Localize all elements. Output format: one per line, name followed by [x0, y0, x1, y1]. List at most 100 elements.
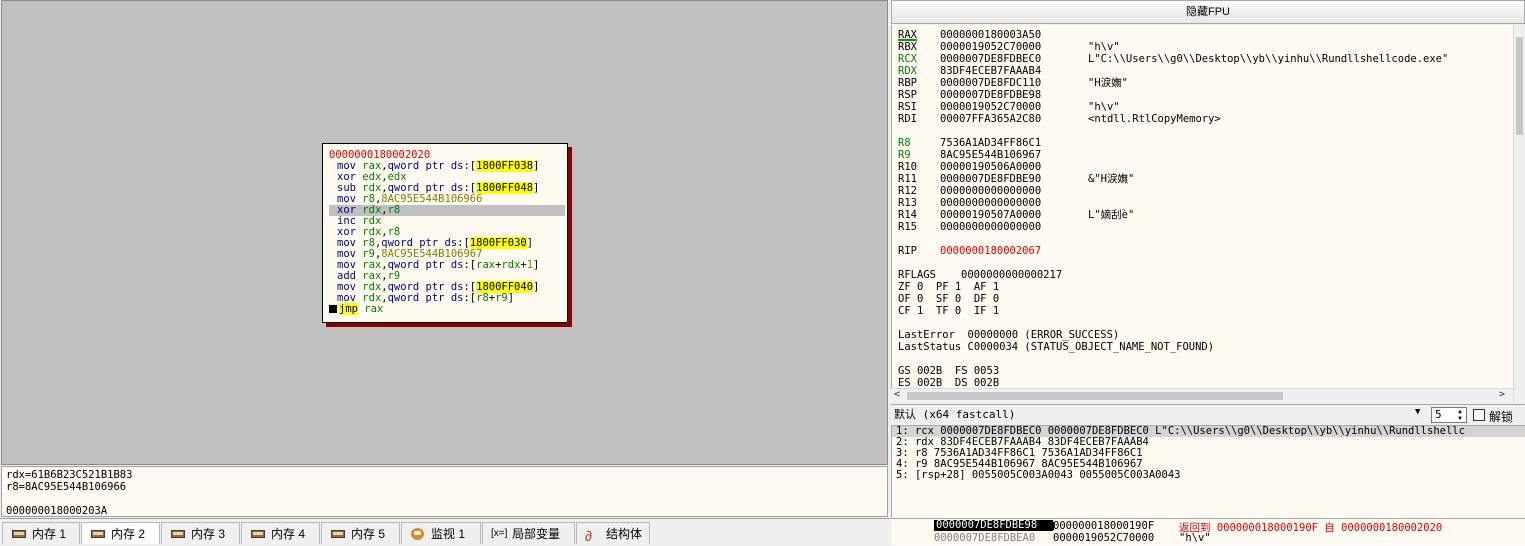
- registers-pane[interactable]: RAX 0000000180003A50 RBX 0000019052C70000 "h…: [891, 25, 1525, 403]
- register-row[interactable]: OF 0 SF 0 DF 0: [898, 293, 999, 305]
- info-pane: rdx=61B6B23C521B1B83 r8=8AC95E544B106966…: [1, 466, 888, 517]
- register-value[interactable]: 0000000000000217: [961, 269, 1109, 281]
- registers-horizontal-scrollbar[interactable]: < >: [891, 388, 1513, 403]
- register-row[interactable]: R10 00000190506A0000: [898, 161, 1088, 173]
- register-row[interactable]: RCX 0000007DE8FDBEC0 L"C:\\Users\\g0\\Desk…: [898, 53, 1448, 65]
- register-row[interactable]: CF 1 TF 0 IF 1: [898, 305, 999, 317]
- register-value[interactable]: 0000000000000000: [940, 197, 1088, 209]
- register-value[interactable]: 0000000000000000: [940, 221, 1088, 233]
- register-row[interactable]: [898, 317, 1088, 329]
- register-value[interactable]: 0000000180002067: [940, 245, 1088, 257]
- chevron-down-icon[interactable]: ▼: [1415, 407, 1420, 417]
- tab-watch-1[interactable]: 监视 1: [401, 522, 481, 544]
- scroll-left-icon[interactable]: <: [894, 389, 900, 401]
- register-value[interactable]: 0000000180003A50: [940, 29, 1088, 41]
- tab-memory-3[interactable]: 内存 3: [161, 522, 240, 544]
- register-value[interactable]: 00000190507A0000: [940, 209, 1088, 221]
- tab-memory-1[interactable]: 内存 1: [2, 522, 80, 544]
- register-value[interactable]: 0000007DE8FDBE98: [940, 89, 1088, 101]
- register-row[interactable]: [898, 353, 1088, 365]
- instruction-token: :[: [463, 160, 477, 172]
- tab-label: 监视 1: [431, 527, 466, 541]
- graph-view[interactable]: 0000000180002020 mov rax,qword ptr ds:[1…: [1, 0, 888, 465]
- register-comment: "h\v": [1088, 101, 1120, 113]
- unlock-checkbox[interactable]: [1473, 409, 1485, 421]
- register-value[interactable]: 7536A1AD34FF86C1: [940, 137, 1088, 149]
- register-value[interactable]: 8AC95E544B106967: [940, 149, 1088, 161]
- register-value[interactable]: 0000007DE8FDBE90: [940, 173, 1088, 185]
- locals-icon: [x=]: [491, 527, 508, 539]
- register-row[interactable]: RBX 0000019052C70000 "h\v": [898, 41, 1120, 53]
- register-row[interactable]: R13 0000000000000000: [898, 197, 1088, 209]
- register-row[interactable]: LastStatus C0000034 (STATUS_OBJECT_NAME_…: [898, 341, 1214, 353]
- registers-vertical-scrollbar[interactable]: [1513, 25, 1525, 403]
- register-row[interactable]: R12 0000000000000000: [898, 185, 1088, 197]
- register-value[interactable]: 0000000000000000: [940, 185, 1088, 197]
- register-row[interactable]: RFLAGS 0000000000000217: [898, 269, 1109, 281]
- instruction-token: ]: [533, 182, 540, 194]
- stack-address[interactable]: 0000007DE8FDBE98: [934, 520, 1053, 531]
- register-row[interactable]: RSI 0000019052C70000 "h\v": [898, 101, 1120, 113]
- tab-label: 内存 1: [32, 527, 67, 541]
- register-row[interactable]: R11 0000007DE8FDBE90 &"H淚嫵": [898, 173, 1134, 185]
- tab-label: 局部变量: [512, 527, 561, 541]
- register-row[interactable]: ZF 0 PF 1 AF 1: [898, 281, 999, 293]
- register-value[interactable]: 0000019052C70000: [940, 101, 1088, 113]
- bottom-tab-bar: 内存 1 内存 2 内存 3 内存 4 内存 5 监视 1 [x=] 局部变量 ∂…: [0, 518, 890, 546]
- register-row[interactable]: GS 002B FS 0053: [898, 365, 999, 377]
- code-block[interactable]: 0000000180002020 mov rax,qword ptr ds:[1…: [322, 143, 568, 323]
- register-text: LastStatus C0000034 (STATUS_OBJECT_NAME_…: [898, 341, 1215, 353]
- register-row[interactable]: [898, 257, 1088, 269]
- instruction-list: mov rax,qword ptr ds:[1800FF038] xor edx,…: [329, 160, 567, 315]
- register-value[interactable]: 0000007DE8FDC110: [940, 77, 1088, 89]
- scroll-thumb[interactable]: [907, 392, 1283, 400]
- spin-arrows-icon[interactable]: ▲ ▼: [1455, 408, 1465, 422]
- stack-value[interactable]: 0000019052C70000: [1053, 532, 1154, 544]
- register-row[interactable]: R9 8AC95E544B106967: [898, 149, 1088, 161]
- register-row[interactable]: [898, 125, 1088, 137]
- hide-fpu-button[interactable]: 隐藏FPU: [891, 0, 1525, 24]
- register-row[interactable]: [898, 233, 1088, 245]
- register-value[interactable]: 00000190506A0000: [940, 161, 1088, 173]
- memory-icon: [250, 528, 266, 540]
- register-name: R8: [898, 137, 911, 149]
- register-row[interactable]: R8 7536A1AD34FF86C1: [898, 137, 1088, 149]
- stack-address[interactable]: 0000007DE8FDBEA0: [934, 532, 1035, 544]
- instruction-token: qword ptr: [387, 292, 451, 304]
- register-row[interactable]: RSP 0000007DE8FDBE98: [898, 89, 1088, 101]
- stack-comment: "h\v": [1179, 532, 1211, 544]
- register-row[interactable]: RAX 0000000180003A50: [898, 29, 1088, 41]
- register-row[interactable]: R15 0000000000000000: [898, 221, 1088, 233]
- scroll-right-icon[interactable]: >: [1499, 389, 1505, 401]
- stack-value[interactable]: 000000018000190F: [1053, 520, 1154, 532]
- register-comment: &"H淚嫵": [1088, 173, 1135, 185]
- tab-locals[interactable]: [x=] 局部变量: [482, 522, 575, 544]
- register-row[interactable]: RDI 00007FFA365A2C80 <ntdll.RtlCopyMemory>: [898, 113, 1221, 125]
- register-row[interactable]: RBP 0000007DE8FDC110 "H淚嫵": [898, 77, 1128, 89]
- tab-label: 内存 3: [191, 527, 226, 541]
- arguments-pane[interactable]: 1: rcx 0000007DE8FDBEC0 0000007DE8FDBEC0…: [891, 426, 1525, 518]
- tab-struct[interactable]: ∂ 结构体: [576, 522, 650, 544]
- register-text: OF 0 SF 0 DF 0: [898, 293, 1000, 305]
- register-value[interactable]: 0000007DE8FDBEC0: [940, 53, 1088, 65]
- instruction-line[interactable]: jmp rax: [329, 303, 567, 315]
- instruction-token: ]: [533, 281, 540, 293]
- call-convention-select[interactable]: 默认 (x64 fastcall): [893, 407, 1428, 423]
- register-row[interactable]: RIP 0000000180002067: [898, 245, 1088, 257]
- tab-memory-4[interactable]: 内存 4: [241, 522, 320, 544]
- stack-pane[interactable]: 0000007DE8FDBE98 000000018000190F 返回到 00…: [891, 518, 1525, 545]
- register-row[interactable]: R14 00000190507A0000 L"嫡刮è": [898, 209, 1134, 221]
- argument-row[interactable]: 5: [rsp+28] 0055005C003A0043 0055005C003…: [892, 470, 1525, 481]
- register-row[interactable]: RDX 83DF4ECEB7FAAAB4: [898, 65, 1088, 77]
- register-name: R12: [898, 185, 917, 197]
- scroll-thumb[interactable]: [1516, 37, 1523, 135]
- tab-memory-5[interactable]: 内存 5: [321, 522, 400, 544]
- memory-icon: [90, 528, 106, 540]
- register-value[interactable]: 83DF4ECEB7FAAAB4: [940, 65, 1088, 77]
- register-value[interactable]: 0000019052C70000: [940, 41, 1088, 53]
- tab-memory-2[interactable]: 内存 2: [81, 522, 160, 544]
- register-value[interactable]: 00007FFA365A2C80: [940, 113, 1088, 125]
- register-row[interactable]: LastError 00000000 (ERROR_SUCCESS): [898, 329, 1119, 341]
- register-name: RDX: [898, 65, 917, 77]
- tab-label: 内存 5: [351, 527, 386, 541]
